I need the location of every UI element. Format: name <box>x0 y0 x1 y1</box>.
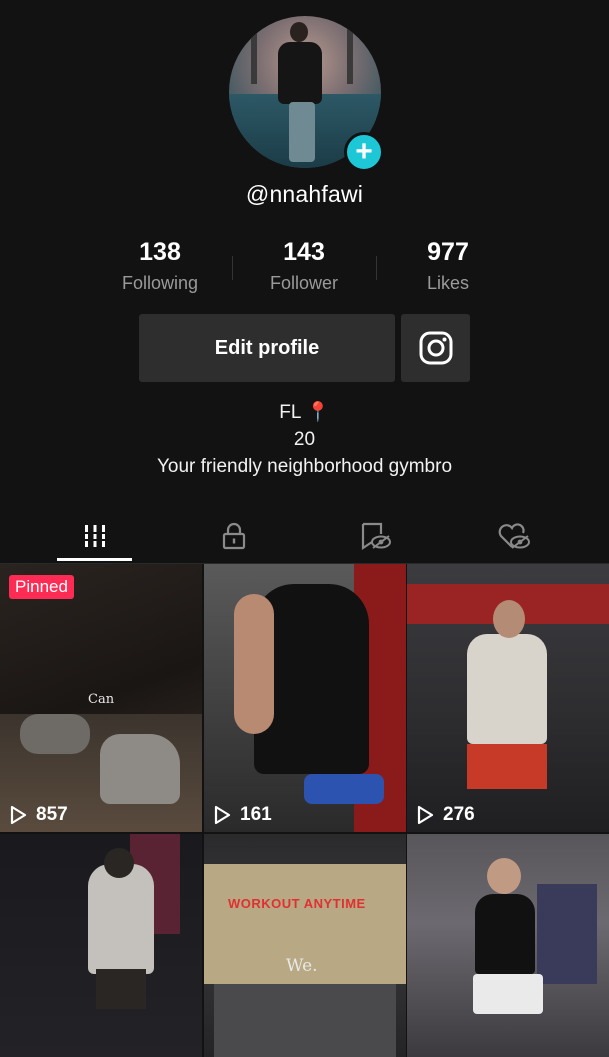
followers-label: Follower <box>269 273 339 293</box>
tab-favorites[interactable] <box>300 508 452 564</box>
thumbnail-shorts <box>467 744 547 789</box>
stats-divider <box>376 256 377 280</box>
tab-liked[interactable] <box>438 508 590 564</box>
view-count: 857 <box>8 804 68 826</box>
thumbnail-shorts <box>96 969 146 1009</box>
profile-tabs <box>0 508 609 564</box>
thumbnail-person <box>88 864 154 974</box>
likes-label: Likes <box>426 273 470 293</box>
avatar-photo-palm <box>251 24 257 84</box>
heart-hidden-icon <box>498 523 530 549</box>
lock-icon <box>222 522 246 550</box>
tab-videos[interactable] <box>19 508 171 564</box>
profile-stats: 138 Following 143 Follower 977 Likes <box>0 238 609 298</box>
video-thumbnail[interactable] <box>407 834 609 1057</box>
instagram-icon <box>419 331 452 365</box>
following-count: 138 <box>139 238 181 266</box>
avatar-photo-person <box>290 22 308 42</box>
storefront-sign: WORKOUT ANYTIME <box>228 896 366 911</box>
view-count-value: 276 <box>443 804 475 825</box>
thumbnail-head <box>487 858 521 894</box>
play-icon <box>10 805 27 825</box>
video-thumbnail[interactable]: WORKOUT ANYTIME We. <box>204 834 406 1057</box>
video-thumbnail[interactable]: 276 <box>407 564 609 832</box>
add-avatar-button[interactable]: + <box>344 132 384 172</box>
bookmark-hidden-icon <box>361 522 391 551</box>
thumbnail-machine <box>537 884 597 984</box>
thumbnail-person <box>475 894 535 974</box>
video-thumbnail[interactable] <box>0 834 202 1057</box>
stats-divider <box>232 256 233 280</box>
following-stat[interactable]: 138 Following <box>100 238 220 294</box>
bio-location: FL 📍 <box>279 402 330 423</box>
tab-private[interactable] <box>158 508 310 564</box>
video-caption: We. <box>286 956 318 976</box>
video-thumbnail[interactable]: 161 <box>204 564 406 832</box>
following-label: Following <box>121 273 199 293</box>
thumbnail-shoe <box>20 714 90 754</box>
play-icon <box>214 805 231 825</box>
likes-count: 977 <box>427 238 469 266</box>
thumbnail-head <box>104 848 134 878</box>
thumbnail-parking <box>214 984 396 1057</box>
play-icon <box>417 805 434 825</box>
followers-stat[interactable]: 143 Follower <box>244 238 364 294</box>
pinned-badge: Pinned <box>9 575 74 599</box>
thumbnail-shorts <box>473 974 543 1014</box>
videos-grid-icon <box>83 525 107 547</box>
likes-stat[interactable]: 977 Likes <box>388 238 508 294</box>
view-count-value: 161 <box>240 804 272 825</box>
video-thumbnail[interactable]: Pinned Can 857 <box>0 564 202 832</box>
bio-description: Your friendly neighborhood gymbro <box>156 456 453 477</box>
video-grid: Pinned Can 857 161 276 WORKOUT ANYTIME W… <box>0 564 609 1057</box>
username: @nnahfawi <box>245 181 364 207</box>
followers-count: 143 <box>283 238 325 266</box>
thumbnail-seat <box>304 774 384 804</box>
view-count: 276 <box>415 804 475 826</box>
thumbnail-person <box>467 634 547 744</box>
thumbnail-arm <box>234 594 274 734</box>
instagram-button[interactable] <box>401 314 470 382</box>
avatar-photo-person <box>278 42 322 104</box>
bio-age: 20 <box>293 429 316 450</box>
edit-profile-button[interactable]: Edit profile <box>139 314 395 382</box>
video-caption: Can <box>88 692 115 707</box>
active-tab-indicator <box>57 558 132 561</box>
thumbnail-head <box>493 600 525 638</box>
thumbnail-shoe <box>100 734 180 804</box>
view-count-value: 857 <box>36 804 68 825</box>
avatar-photo-person <box>289 102 315 162</box>
view-count: 161 <box>212 804 272 826</box>
avatar-photo-palm <box>347 24 353 84</box>
